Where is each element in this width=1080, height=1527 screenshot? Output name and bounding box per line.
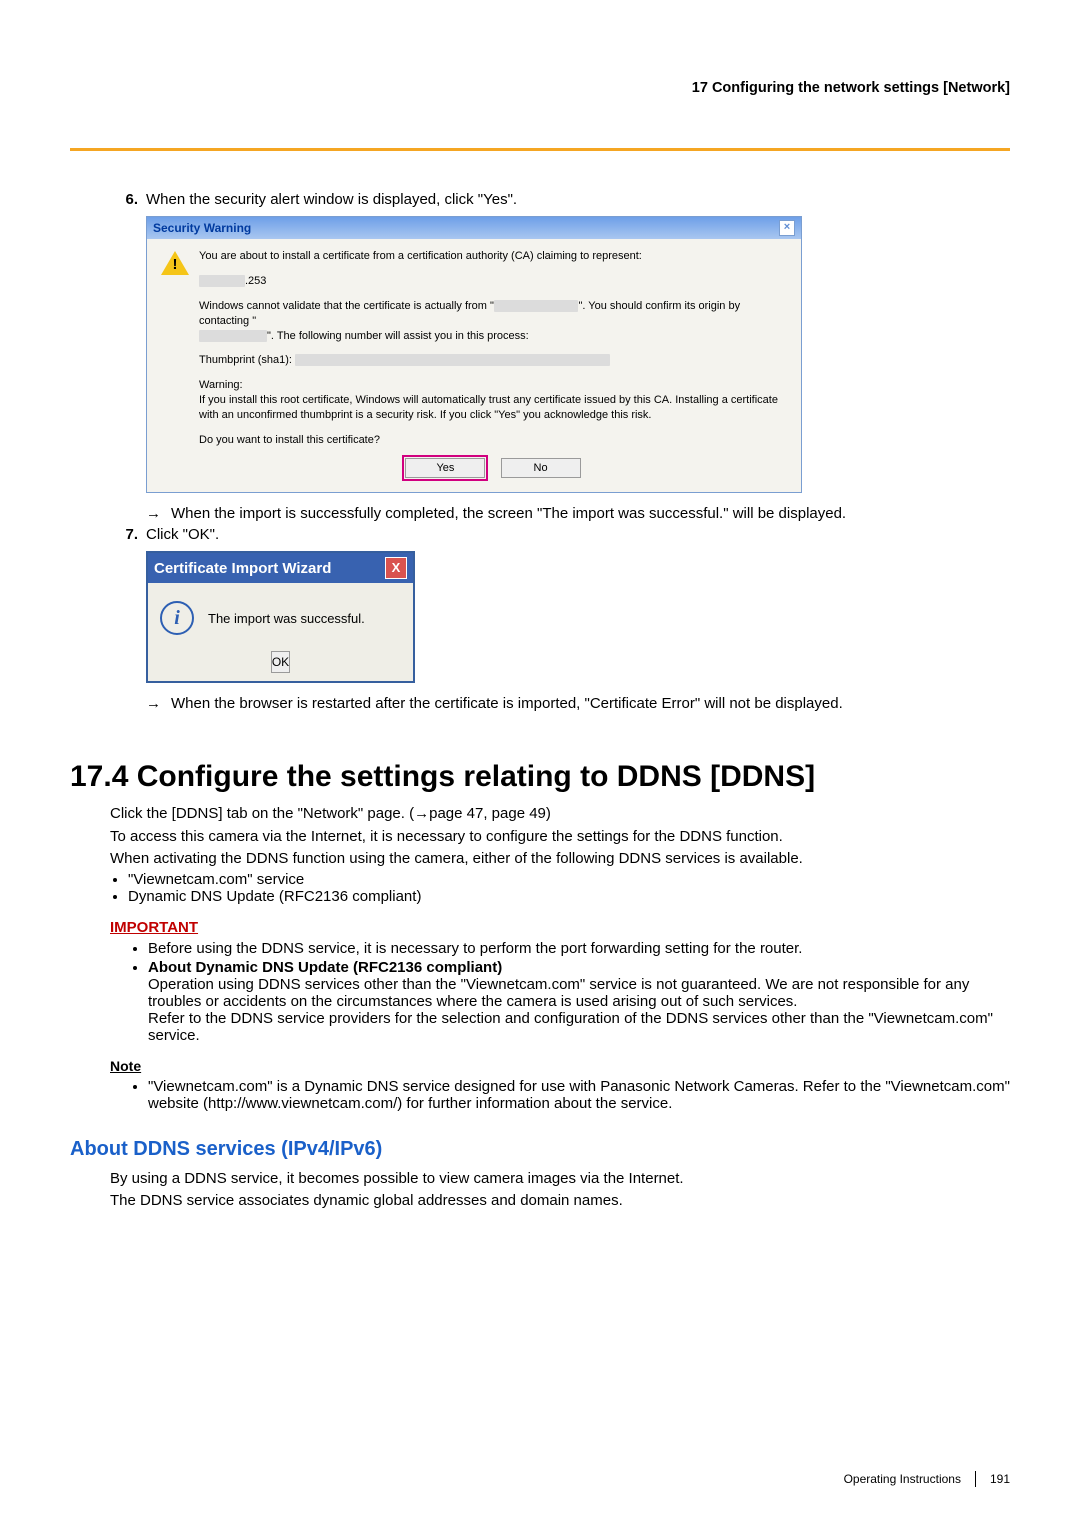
sw-question: Do you want to install this certificate? bbox=[199, 433, 787, 448]
close-icon[interactable]: X bbox=[385, 557, 407, 579]
footer-label: Operating Instructions bbox=[844, 1472, 961, 1486]
import-success-message: The import was successful. bbox=[208, 611, 365, 626]
yes-button[interactable]: Yes bbox=[405, 458, 485, 479]
sw-warning: Warning: If you install this root certif… bbox=[199, 378, 787, 423]
sw-line1: You are about to install a certificate f… bbox=[199, 249, 787, 264]
sw-line2: Windows cannot validate that the certifi… bbox=[199, 299, 787, 344]
import-wizard-dialog: Certificate Import Wizard X i The import… bbox=[146, 551, 415, 683]
sw-thumbprint: Thumbprint (sha1): xxxxxxxxxxxxxxxxxxxxx… bbox=[199, 353, 787, 368]
close-icon[interactable]: × bbox=[779, 220, 795, 236]
important-bullet-2-title: About Dynamic DNS Update (RFC2136 compli… bbox=[148, 959, 502, 976]
subsection-heading: About DDNS services (IPv4/IPv6) bbox=[70, 1138, 1010, 1161]
arrow-right-icon: → bbox=[146, 695, 161, 712]
subsection-p2: The DDNS service associates dynamic glob… bbox=[110, 1191, 1010, 1211]
warning-icon bbox=[161, 251, 189, 277]
note-bullet: "Viewnetcam.com" is a Dynamic DNS servic… bbox=[148, 1078, 1010, 1112]
important-bullet-2-p1: Operation using DDNS services other than… bbox=[148, 976, 969, 1010]
section-p2: To access this camera via the Internet, … bbox=[110, 827, 1010, 847]
header-title: 17 Configuring the network settings [Net… bbox=[70, 80, 1010, 108]
step-7: 7. Click "OK". bbox=[110, 526, 1010, 543]
service-bullet-1: "Viewnetcam.com" service bbox=[128, 871, 1010, 888]
step-7-number: 7. bbox=[110, 526, 138, 543]
section-p1: Click the [DDNS] tab on the "Network" pa… bbox=[110, 804, 1010, 824]
step-6: 6. When the security alert window is dis… bbox=[110, 191, 1010, 208]
important-label: IMPORTANT bbox=[110, 919, 1010, 936]
step-6-text: When the security alert window is displa… bbox=[146, 191, 1010, 208]
step-6-number: 6. bbox=[110, 191, 138, 208]
service-bullet-2: Dynamic DNS Update (RFC2136 compliant) bbox=[128, 888, 1010, 905]
result-arrow-1: → When the import is successfully comple… bbox=[146, 505, 1010, 522]
result-arrow-2: → When the browser is restarted after th… bbox=[146, 695, 1010, 712]
sw-masked-host: xxxxxxxx.253 bbox=[199, 274, 787, 289]
arrow-right-icon: → bbox=[146, 505, 161, 522]
step-7-text: Click "OK". bbox=[146, 526, 1010, 543]
page-footer: Operating Instructions 191 bbox=[844, 1471, 1010, 1487]
section-heading: 17.4 Configure the settings relating to … bbox=[70, 760, 1010, 794]
header-rule bbox=[70, 148, 1010, 151]
page-number: 191 bbox=[990, 1472, 1010, 1486]
important-bullet-1: Before using the DDNS service, it is nec… bbox=[148, 940, 1010, 957]
security-warning-dialog: Security Warning × You are about to inst… bbox=[146, 216, 802, 493]
subsection-p1: By using a DDNS service, it becomes poss… bbox=[110, 1169, 1010, 1189]
section-p3: When activating the DDNS function using … bbox=[110, 849, 1010, 869]
info-icon: i bbox=[160, 601, 194, 635]
ok-button[interactable]: OK bbox=[271, 651, 290, 673]
important-bullet-2-p2: Refer to the DDNS service providers for … bbox=[148, 1010, 993, 1044]
import-wizard-title: Certificate Import Wizard bbox=[154, 560, 331, 577]
important-bullet-2: About Dynamic DNS Update (RFC2136 compli… bbox=[148, 959, 1010, 1044]
no-button[interactable]: No bbox=[501, 458, 581, 479]
security-warning-title: Security Warning bbox=[153, 220, 251, 236]
note-label: Note bbox=[110, 1058, 1010, 1074]
